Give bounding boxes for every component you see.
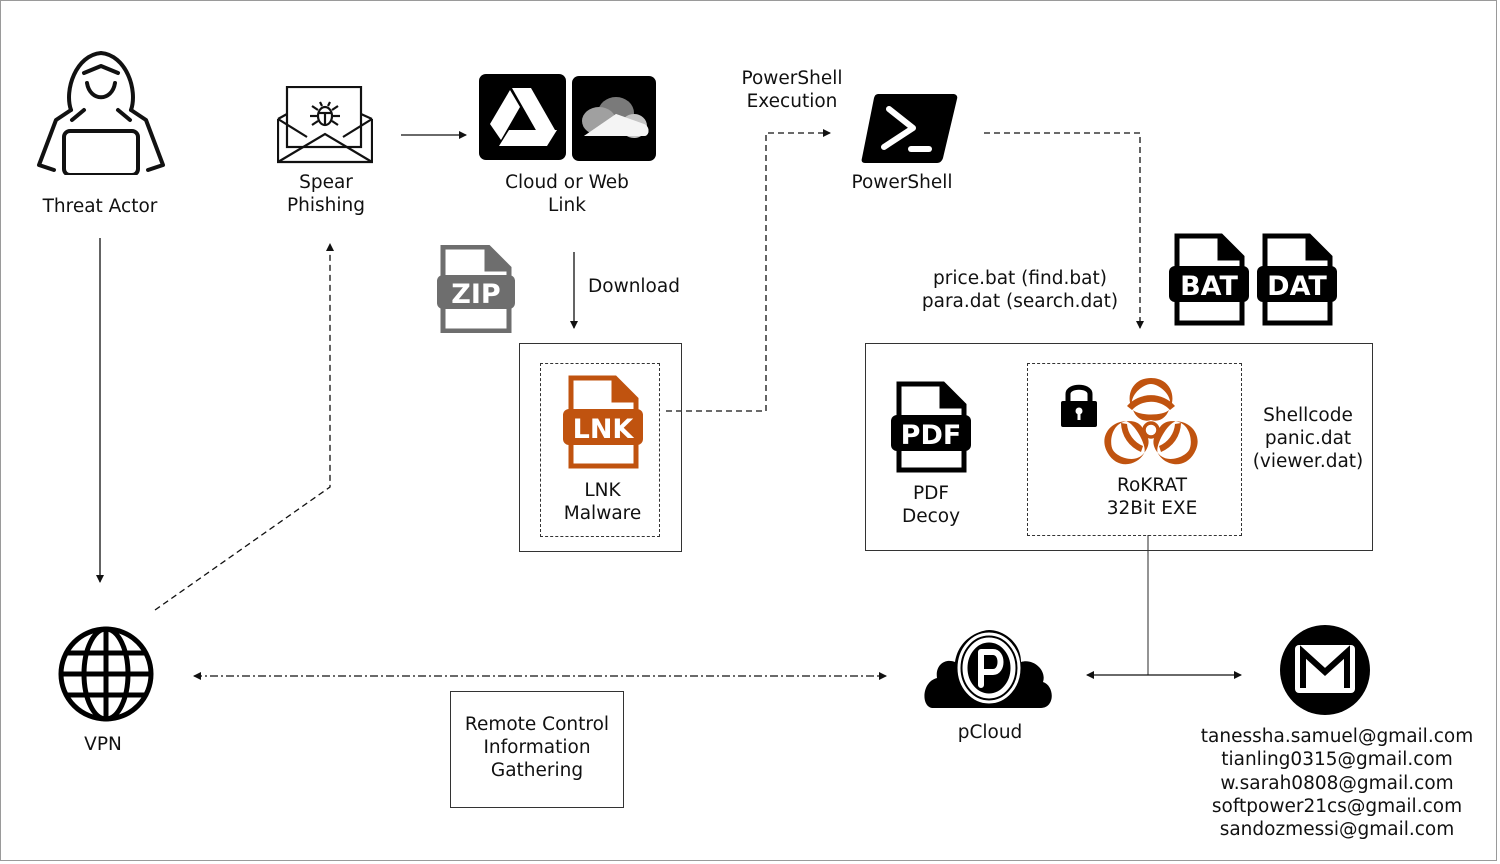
bat-badge: BAT bbox=[1180, 271, 1238, 302]
email-address: tanessha.samuel@gmail.com bbox=[1200, 726, 1474, 747]
lock-icon bbox=[1061, 384, 1097, 427]
email-address: sandozmessi@gmail.com bbox=[1219, 819, 1455, 841]
powershell-label: PowerShell bbox=[851, 172, 953, 193]
hacker-icon bbox=[37, 51, 165, 175]
spear-phishing-label: Spear Phishing bbox=[287, 172, 365, 216]
biohazard-icon bbox=[1101, 378, 1201, 472]
dropped-files-label: price.bat (find.bat) para.dat (search.da… bbox=[921, 268, 1119, 312]
pdf-file-icon: PDF bbox=[891, 381, 971, 473]
globe-icon bbox=[58, 626, 154, 722]
pcloud-label: pCloud bbox=[957, 722, 1023, 743]
lnk-malware-label: LNK Malware bbox=[563, 480, 642, 524]
onedrive-icon bbox=[572, 76, 656, 161]
pcloud-icon bbox=[924, 630, 1052, 708]
malicious-email-icon bbox=[277, 86, 373, 164]
dat-badge: DAT bbox=[1267, 271, 1327, 302]
powershell-execution-label: PowerShell Execution bbox=[741, 68, 843, 112]
email-address: tianling0315@gmail.com bbox=[1221, 749, 1453, 771]
download-label: Download bbox=[588, 276, 680, 297]
dat-file-icon: DAT bbox=[1257, 233, 1337, 326]
pdf-decoy-label: PDF Decoy bbox=[901, 483, 961, 527]
vpn-label: VPN bbox=[84, 734, 122, 755]
email-address: softpower21cs@gmail.com bbox=[1211, 795, 1463, 817]
lnk-file-icon: LNK bbox=[563, 375, 643, 469]
zip-badge: ZIP bbox=[451, 279, 500, 310]
shellcode-label: Shellcode panic.dat (viewer.dat) bbox=[1252, 405, 1364, 472]
threat-actor-label: Threat Actor bbox=[42, 196, 158, 217]
rokrat-label: RoKRAT 32Bit EXE bbox=[1106, 475, 1198, 519]
gmail-account-list: tanessha.samuel@gmail.com tianling0315@g… bbox=[1196, 725, 1478, 841]
pdf-badge: PDF bbox=[901, 420, 962, 451]
remote-control-label: Remote Control Information Gathering bbox=[464, 714, 610, 781]
bat-file-icon: BAT bbox=[1169, 233, 1249, 326]
email-address: w.sarah0808@gmail.com bbox=[1220, 772, 1454, 794]
cloud-link-label: Cloud or Web Link bbox=[505, 172, 629, 216]
lnk-badge: LNK bbox=[573, 414, 635, 445]
gmail-icon bbox=[1280, 625, 1370, 715]
google-drive-icon bbox=[479, 74, 566, 160]
zip-file-icon: ZIP bbox=[437, 245, 515, 333]
powershell-icon bbox=[861, 94, 958, 163]
